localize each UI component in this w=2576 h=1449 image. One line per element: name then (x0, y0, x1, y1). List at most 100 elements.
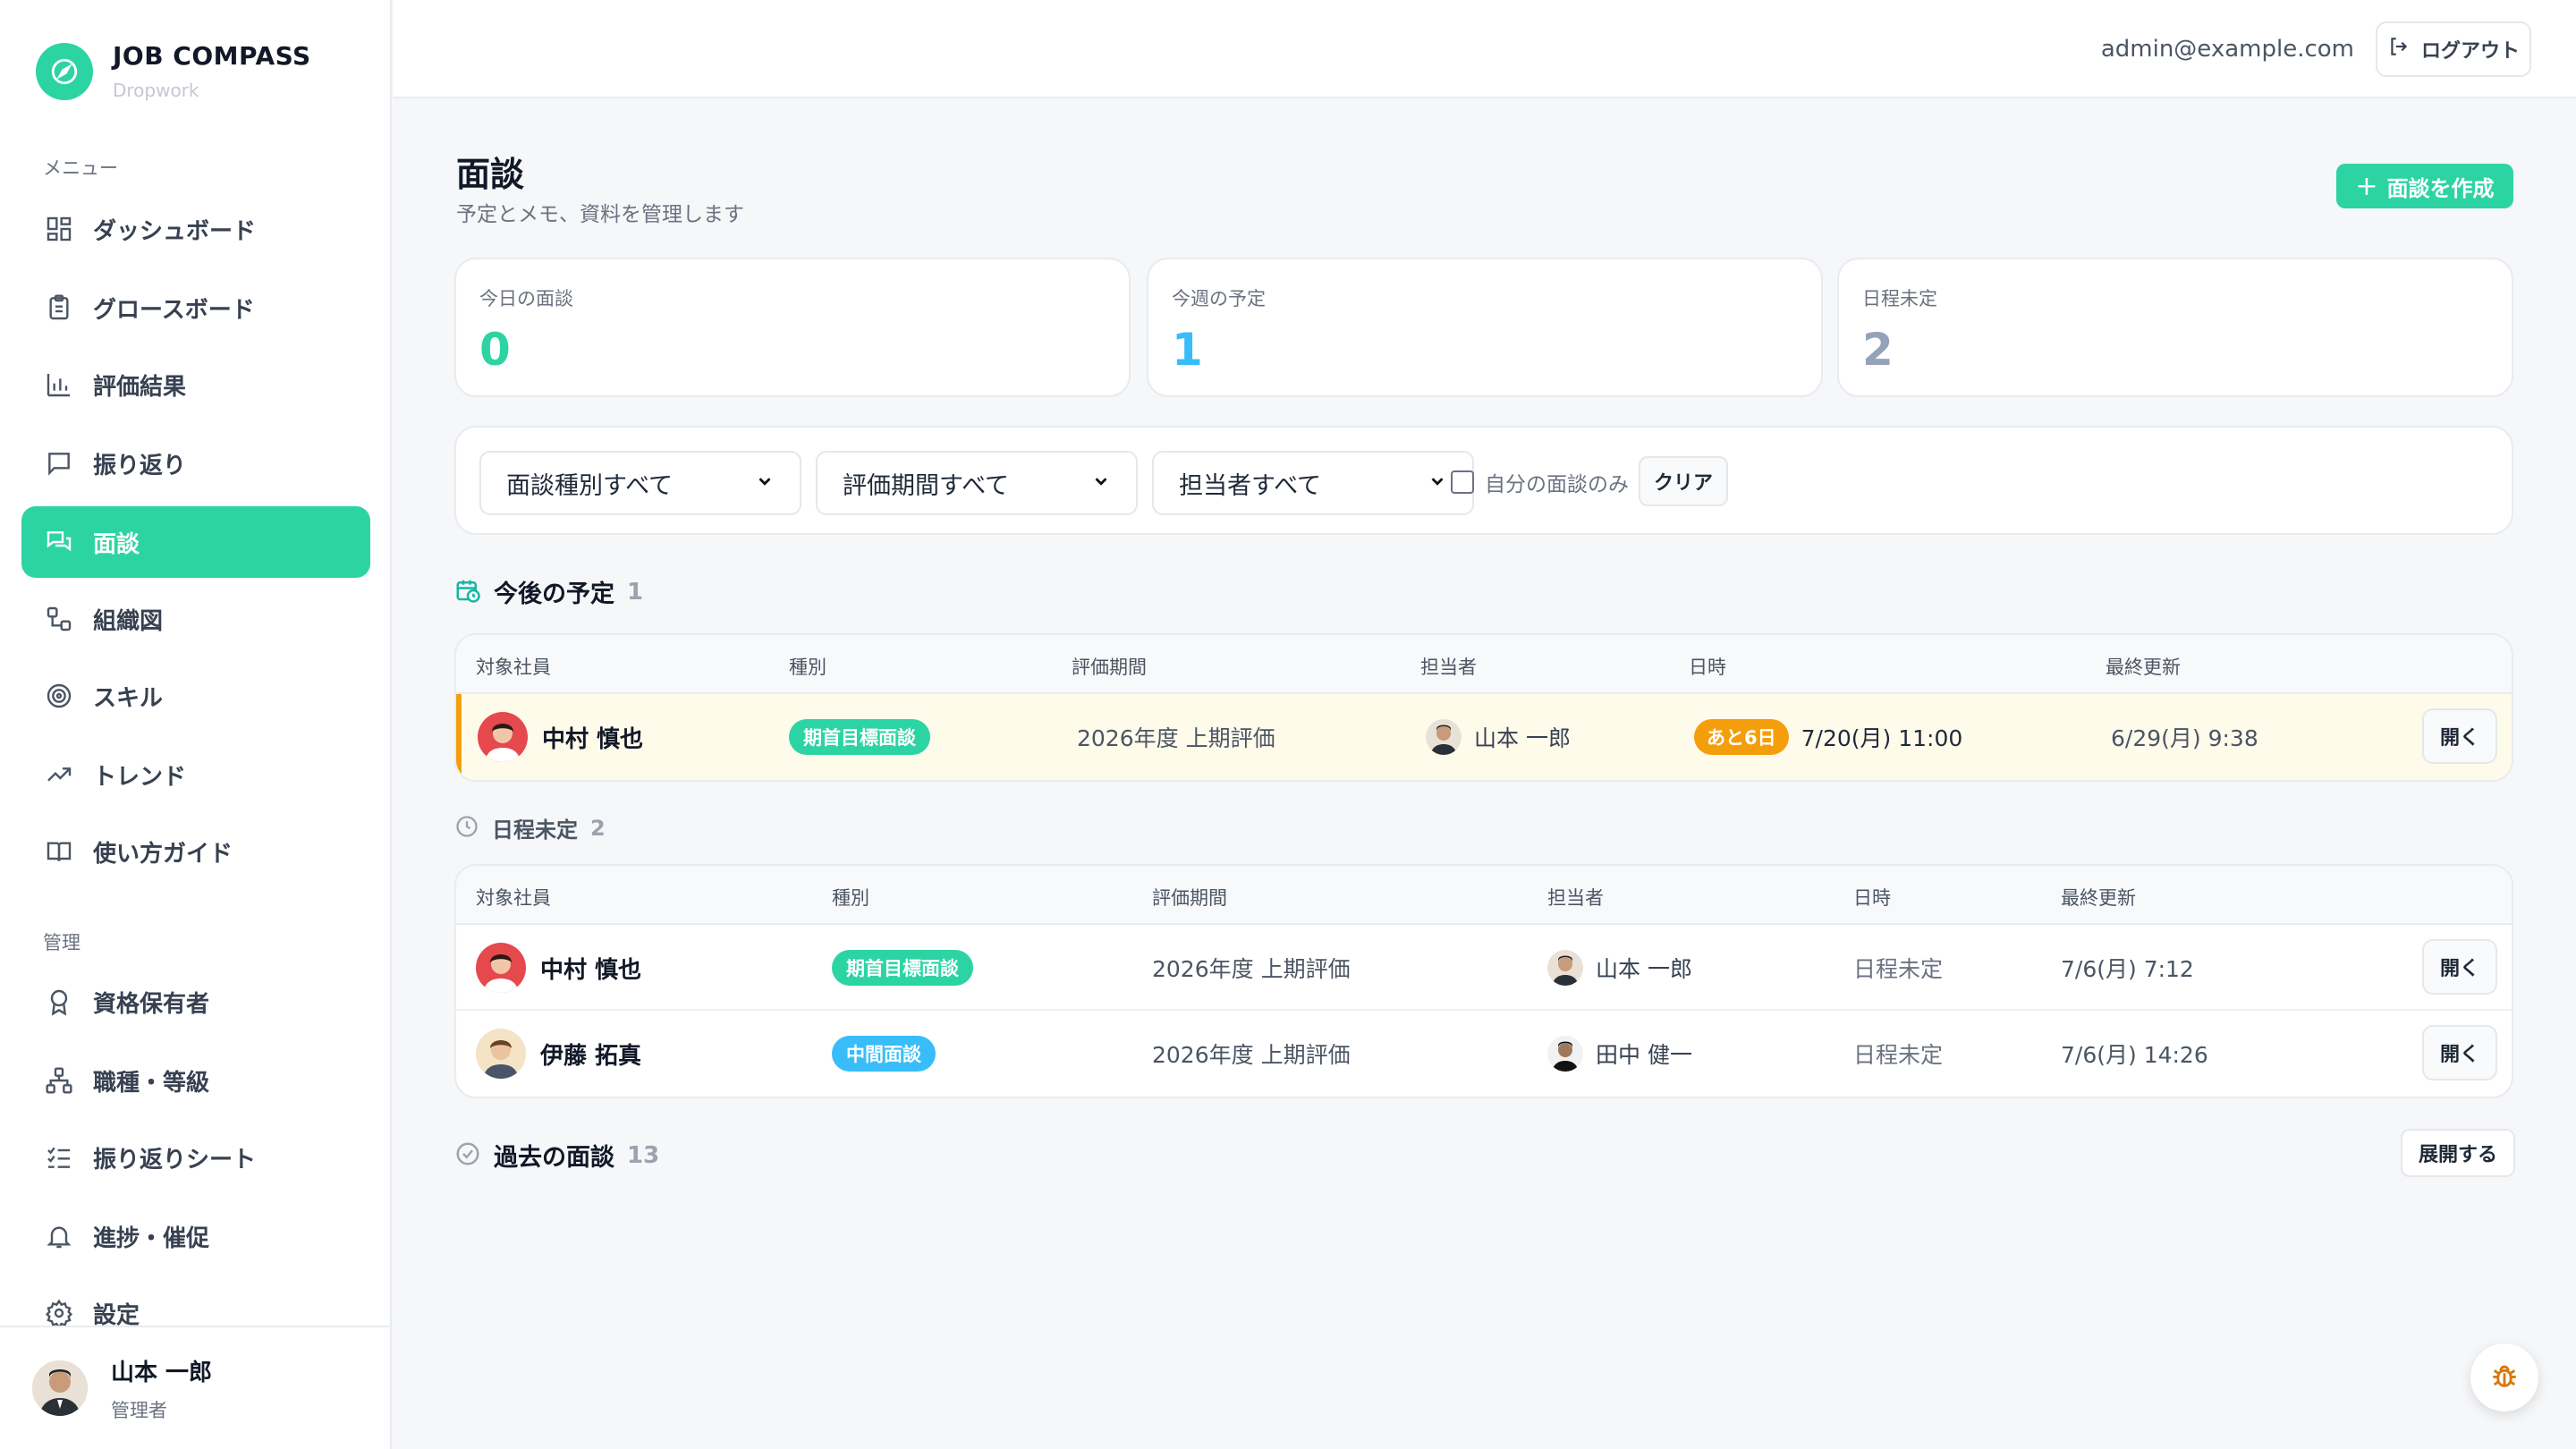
column-header: 対象社員 (476, 657, 551, 678)
interview-type-select[interactable]: 面談種別すべて (479, 451, 801, 515)
sidebar-item-label: 振り返りシート (93, 1146, 257, 1174)
page-title: 面談 (456, 155, 525, 194)
hierarchy-icon (43, 1064, 75, 1097)
employee-name: 中村 慎也 (542, 725, 644, 753)
logout-icon (2387, 35, 2411, 64)
sidebar-item-label: 組織図 (93, 607, 164, 635)
sidebar-item-settings[interactable]: 設定 (21, 1277, 370, 1326)
datetime-cell: あと6日 7/20(月) 11:00 (1694, 694, 1962, 780)
sidebar-item-label: 面談 (93, 530, 140, 558)
sidebar-item-reflection-sheet[interactable]: 振り返りシート (21, 1122, 370, 1193)
chat-icon (43, 447, 75, 479)
trend-icon (43, 758, 75, 791)
sidebar-item-label: 設定 (93, 1302, 140, 1326)
sidebar-item-trend[interactable]: トレンド (21, 739, 370, 810)
owner-cell: 山本 一郎 (1426, 694, 1571, 780)
stat-value: 1 (1172, 324, 1203, 376)
sidebar-item-job-grades[interactable]: 職種・等級 (21, 1045, 370, 1116)
datetime-cell: 日程未定 (1853, 1042, 1944, 1068)
clock-icon (454, 814, 479, 843)
updated-cell: 6/29(月) 9:38 (2111, 725, 2258, 751)
upcoming-section-header: 今後の予定 1 (454, 574, 643, 609)
sidebar-item-growth-board[interactable]: グロースボード (21, 272, 370, 343)
column-header: 担当者 (1420, 657, 1477, 678)
sidebar-item-label: スキル (93, 684, 164, 712)
brand-sub: Dropwork (113, 80, 199, 101)
past-section-header[interactable]: 過去の面談 13 (454, 1138, 659, 1173)
sidebar-item-interview[interactable]: 面談 (21, 506, 370, 578)
mine-only-label: 自分の面談のみ (1485, 473, 1629, 496)
countdown-badge: あと6日 (1694, 719, 1789, 755)
owner-cell: 山本 一郎 (1547, 925, 1692, 1011)
calendar-clock-icon (454, 577, 481, 607)
current-user[interactable]: 山本 一郎 管理者 (0, 1326, 390, 1449)
column-header: 日時 (1689, 657, 1726, 678)
datetime-cell: 日程未定 (1853, 956, 1944, 982)
chevron-down-icon (1428, 470, 1447, 497)
table-header: 対象社員 種別 評価期間 担当者 日時 最終更新 (456, 635, 2512, 694)
sidebar-item-label: 使い方ガイド (93, 840, 233, 868)
sidebar-item-label: トレンド (93, 763, 187, 791)
sidebar-item-dashboard[interactable]: ダッシュボード (21, 193, 370, 265)
stat-label: 今日の面談 (479, 288, 573, 309)
expand-past-button[interactable]: 展開する (2401, 1129, 2515, 1177)
owner-cell: 田中 健一 (1547, 1011, 1692, 1097)
check-circle-icon (454, 1140, 481, 1171)
mine-only-toggle[interactable]: 自分の面談のみ (1451, 467, 1629, 497)
owner-name: 山本 一郎 (1596, 956, 1692, 982)
brand-name: JOB COMPASS (113, 41, 311, 71)
sidebar-item-reflection[interactable]: 振り返り (21, 428, 370, 499)
stat-today: 今日の面談 0 (454, 258, 1131, 397)
brand[interactable]: JOB COMPASS Dropwork (36, 41, 311, 101)
section-count: 2 (590, 815, 606, 841)
evaluation-period-select[interactable]: 評価期間すべて (816, 451, 1138, 515)
sidebar-item-org-chart[interactable]: 組織図 (21, 583, 370, 655)
column-header: 評価期間 (1152, 887, 1227, 909)
bar-chart-icon (43, 369, 75, 401)
sidebar-item-label: 進捗・催促 (93, 1224, 210, 1252)
avatar (478, 712, 528, 762)
sidebar-item-label: 資格保有者 (93, 990, 210, 1018)
user-role: 管理者 (111, 1399, 167, 1421)
owner-name: 田中 健一 (1596, 1042, 1692, 1068)
avatar (476, 943, 526, 993)
select-value: 面談種別すべて (506, 471, 674, 500)
type-cell: 期首目標面談 (789, 694, 930, 780)
org-icon (43, 603, 75, 635)
create-interview-button[interactable]: + 面談を作成 (2336, 164, 2513, 208)
section-count: 13 (627, 1141, 660, 1169)
filter-bar: 面談種別すべて 評価期間すべて 担当者すべて 自分の面談のみ (454, 426, 2513, 535)
admin-section-label: 管理 (43, 932, 80, 953)
updated-cell: 7/6(月) 14:26 (2061, 1042, 2208, 1068)
sidebar-item-skills[interactable]: スキル (21, 660, 370, 732)
bug-report-button[interactable] (2470, 1343, 2538, 1411)
sidebar-item-progress[interactable]: 進捗・催促 (21, 1200, 370, 1272)
mine-only-checkbox[interactable] (1451, 470, 1474, 494)
open-button[interactable]: 開く (2422, 1025, 2497, 1080)
topbar: admin@example.com ログアウト (394, 0, 2576, 98)
table-row[interactable]: 中村 慎也 期首目標面談 2026年度 上期評価 山本 一郎 日程未定 7/6(… (456, 925, 2512, 1011)
period-cell: 2026年度 上期評価 (1152, 956, 1351, 982)
sidebar-item-evaluation[interactable]: 評価結果 (21, 349, 370, 420)
sidebar-item-guide[interactable]: 使い方ガイド (21, 816, 370, 887)
chevron-down-icon (1091, 470, 1111, 497)
table-row[interactable]: 中村 慎也 期首目標面談 2026年度 上期評価 山本 一郎 あと6日 7/20… (456, 694, 2512, 780)
section-title: 今後の予定 (494, 580, 614, 608)
clear-filters-button[interactable]: クリア (1639, 456, 1728, 506)
open-button[interactable]: 開く (2422, 939, 2497, 995)
owner-select[interactable]: 担当者すべて (1152, 451, 1474, 515)
employee-cell: 伊藤 拓真 (476, 1011, 641, 1097)
logout-button[interactable]: ログアウト (2376, 21, 2531, 77)
open-button[interactable]: 開く (2422, 708, 2497, 764)
menu-section-label: メニュー (43, 157, 118, 179)
sidebar-item-label: 評価結果 (93, 373, 187, 401)
table-row[interactable]: 伊藤 拓真 中間面談 2026年度 上期評価 田中 健一 日程未定 7/6(月)… (456, 1011, 2512, 1097)
gear-icon (43, 1297, 75, 1326)
datetime-value: 7/20(月) 11:00 (1801, 725, 1963, 751)
upcoming-table: 対象社員 種別 評価期間 担当者 日時 最終更新 中村 慎也 期首目標面談 20… (454, 633, 2513, 782)
avatar (1547, 1036, 1583, 1072)
type-badge: 期首目標面談 (832, 950, 973, 986)
sidebar-item-certificate-holders[interactable]: 資格保有者 (21, 966, 370, 1038)
column-header: 評価期間 (1072, 657, 1147, 678)
avatar (1547, 950, 1583, 986)
